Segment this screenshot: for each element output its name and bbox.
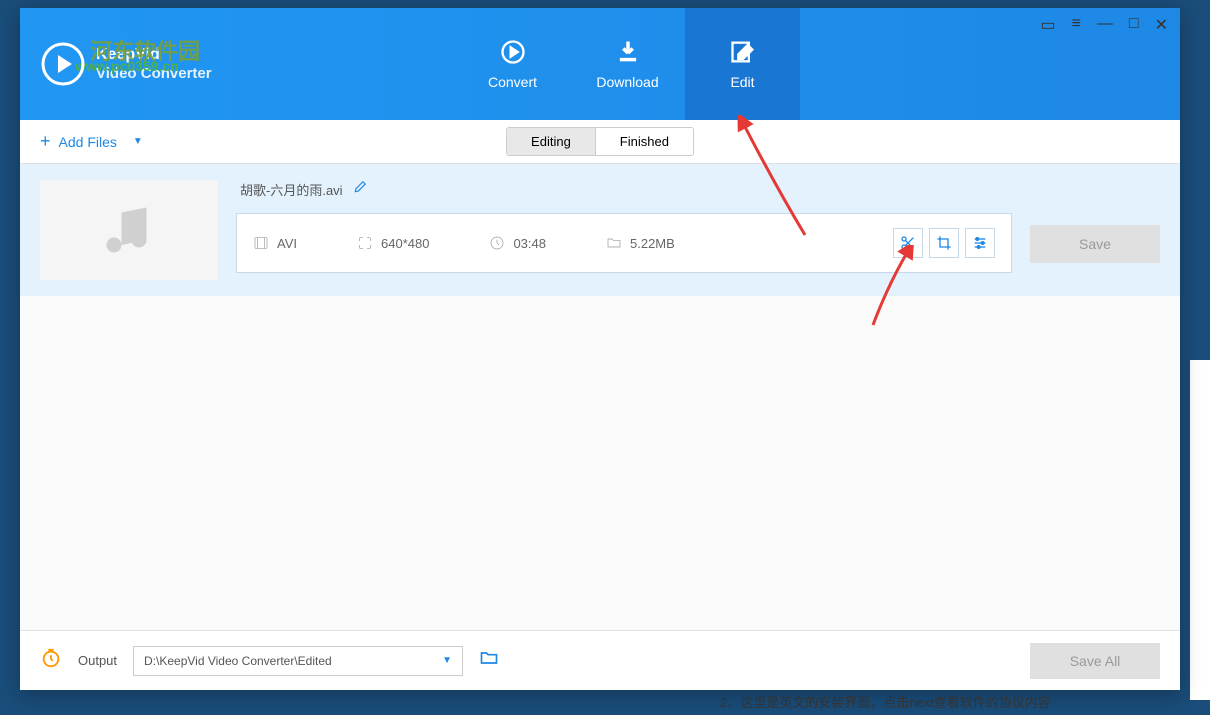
edit-actions: [893, 228, 995, 258]
info-format: AVI: [253, 235, 297, 251]
subtab-editing[interactable]: Editing: [507, 128, 596, 155]
header: 河东软件园 www.pc0359.cn KeepVid Video Conver…: [20, 8, 1180, 120]
trim-button[interactable]: [893, 228, 923, 258]
clock-icon: [489, 235, 505, 251]
output-label: Output: [78, 653, 117, 668]
maximize-icon[interactable]: □: [1125, 13, 1143, 37]
add-files-label: Add Files: [59, 134, 117, 150]
app-name: KeepVid: [96, 45, 212, 64]
save-all-button[interactable]: Save All: [1030, 643, 1160, 679]
output-path-text: D:\KeepVid Video Converter\Edited: [144, 654, 332, 668]
film-icon: [253, 235, 269, 251]
logo-area: KeepVid Video Converter: [20, 41, 212, 87]
plus-icon: +: [40, 131, 51, 152]
tab-download-label: Download: [596, 74, 658, 90]
tab-convert[interactable]: Convert: [455, 8, 570, 120]
logo-icon: [40, 41, 86, 87]
output-path-select[interactable]: D:\KeepVid Video Converter\Edited ▼: [133, 646, 463, 676]
chevron-down-icon: ▼: [133, 136, 143, 147]
menu-icon[interactable]: ≡: [1068, 13, 1085, 37]
file-info-row: AVI 640*480 03:48 5.22MB: [236, 213, 1012, 273]
crop-button[interactable]: [929, 228, 959, 258]
file-thumbnail: [40, 180, 218, 280]
music-icon: [99, 200, 159, 260]
feedback-icon[interactable]: ▭: [1036, 13, 1059, 37]
subtab-finished[interactable]: Finished: [596, 128, 693, 155]
window-controls: ▭ ≡ — □ ✕: [1036, 13, 1172, 37]
add-files-button[interactable]: + Add Files ▼: [40, 131, 143, 152]
app-window: 河东软件园 www.pc0359.cn KeepVid Video Conver…: [20, 8, 1180, 690]
footer: Output D:\KeepVid Video Converter\Edited…: [20, 630, 1180, 690]
minimize-icon[interactable]: —: [1093, 13, 1117, 37]
file-name: 胡歌-六月的雨.avi: [240, 180, 343, 199]
file-details: 胡歌-六月的雨.avi AVI 640*480: [236, 180, 1012, 273]
tab-edit-label: Edit: [730, 74, 754, 90]
toolbar: + Add Files ▼ Editing Finished: [20, 120, 1180, 164]
folder-icon: [606, 235, 622, 251]
tab-edit[interactable]: Edit: [685, 8, 800, 120]
chevron-down-icon: ▼: [442, 655, 452, 666]
effects-button[interactable]: [965, 228, 995, 258]
open-folder-button[interactable]: [479, 648, 499, 673]
background-sidebar: [1190, 360, 1210, 700]
sub-tabs: Editing Finished: [506, 127, 694, 156]
save-button[interactable]: Save: [1030, 225, 1160, 263]
expand-icon: [357, 235, 373, 251]
sliders-icon: [972, 235, 988, 251]
scissors-icon: [900, 235, 916, 251]
app-subtitle: Video Converter: [96, 65, 212, 83]
crop-icon: [936, 235, 952, 251]
nav-tabs: Convert Download Edit: [455, 8, 800, 120]
info-size: 5.22MB: [606, 235, 675, 251]
edit-icon: [729, 38, 757, 66]
info-duration: 03:48: [489, 235, 546, 251]
download-icon: [614, 38, 642, 66]
rename-icon[interactable]: [353, 180, 367, 199]
content-area: 胡歌-六月的雨.avi AVI 640*480: [20, 164, 1180, 630]
info-resolution: 640*480: [357, 235, 429, 251]
tab-download[interactable]: Download: [570, 8, 685, 120]
close-icon[interactable]: ✕: [1151, 13, 1172, 37]
background-text: 2、这里是英文的安装界面，点击next查看软件的协议内容: [720, 692, 1051, 711]
schedule-icon[interactable]: [40, 647, 62, 674]
convert-icon: [499, 38, 527, 66]
tab-convert-label: Convert: [488, 74, 537, 90]
file-item: 胡歌-六月的雨.avi AVI 640*480: [20, 164, 1180, 296]
